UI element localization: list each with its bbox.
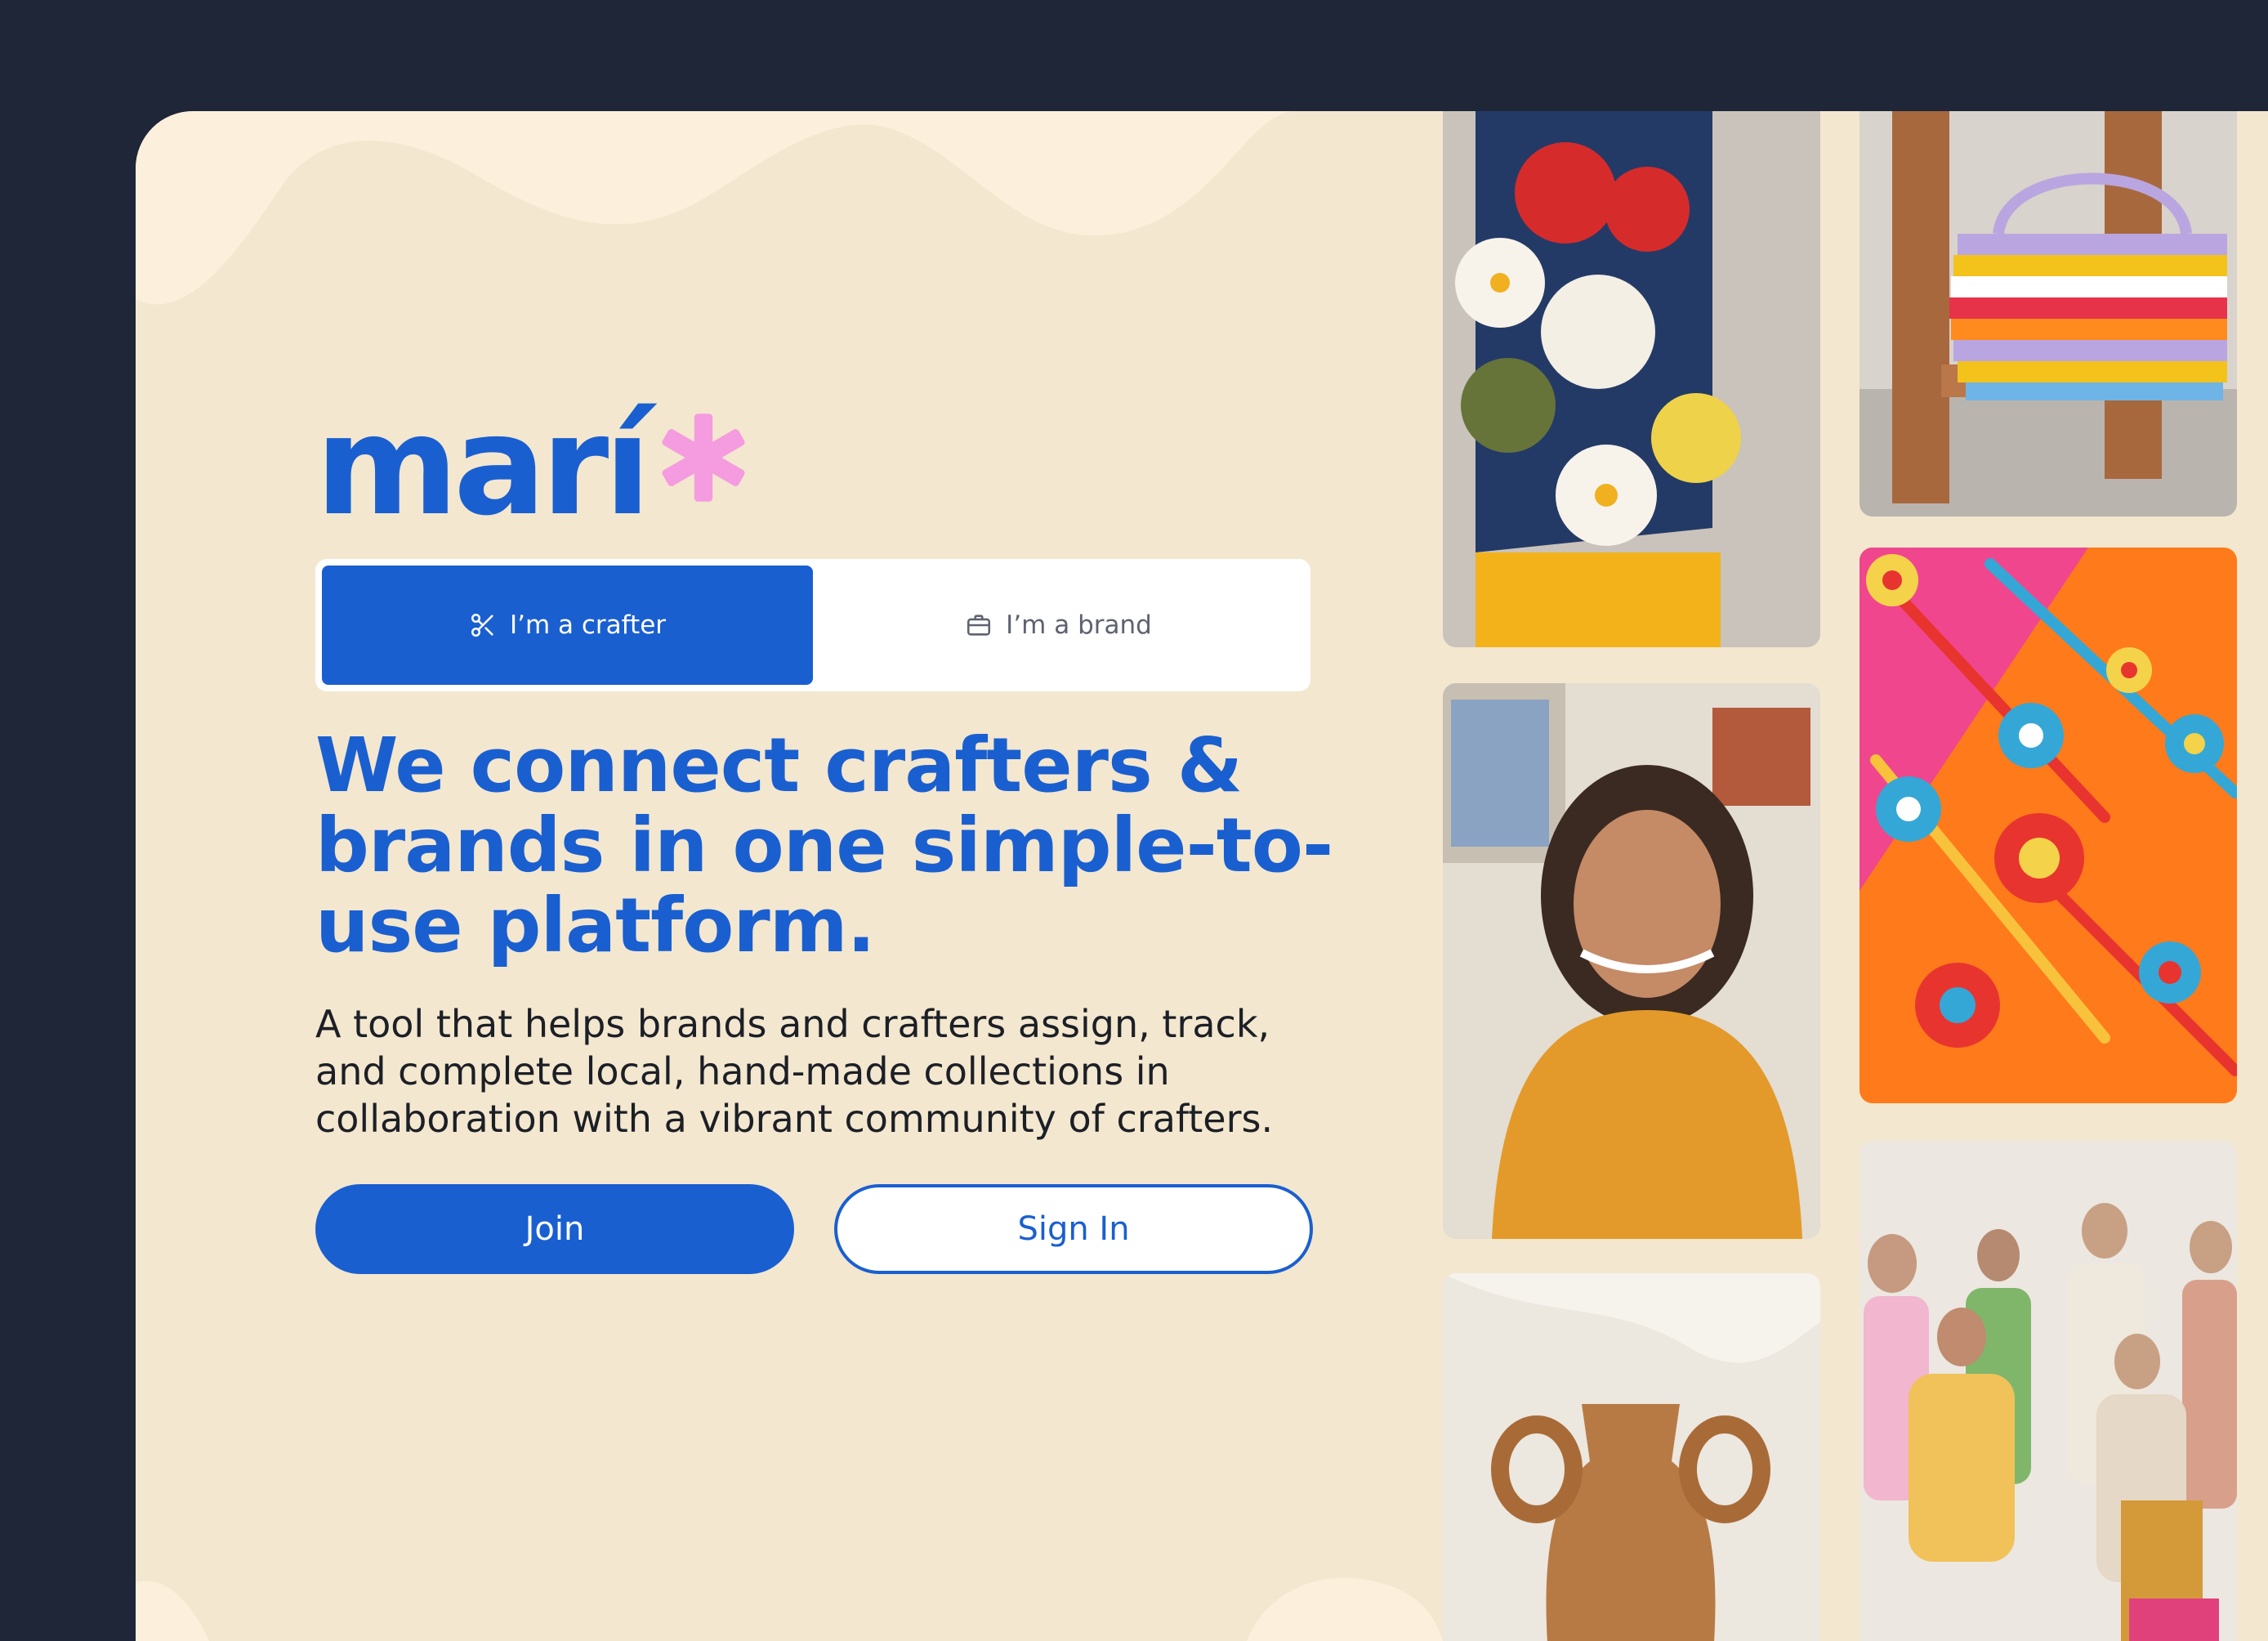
gallery-image-flower-sweater [1443,111,1820,647]
tab-brand[interactable]: I’m a brand [813,566,1304,685]
gallery-image-clay-vase [1443,1273,1820,1641]
gallery-image-crafter-portrait [1443,683,1820,1239]
tab-crafter[interactable]: I’m a crafter [322,566,813,685]
app-window: marí I’m a crafter I’m a brand We connec… [136,111,2268,1641]
role-switch: I’m a crafter I’m a brand [315,559,1310,691]
hero-headline: We connect crafters & brands in one simp… [315,722,1333,969]
logo-wordmark: marí [315,386,651,546]
gallery-image-beaded-flowers [1859,548,2237,1103]
gallery-image-crafter-group [1859,1141,2237,1641]
asterisk-icon [662,414,745,502]
scissors-icon [471,613,493,637]
sign-in-button[interactable]: Sign In [834,1184,1313,1274]
briefcase-icon [967,615,991,636]
tab-crafter-label: I’m a crafter [509,610,667,640]
gallery-image-striped-bag [1859,111,2237,516]
join-button[interactable]: Join [315,1184,794,1274]
tab-brand-label: I’m a brand [1006,610,1152,640]
brand-logo: marí [315,397,749,534]
hero-subtext: A tool that helps brands and crafters as… [315,1002,1274,1141]
